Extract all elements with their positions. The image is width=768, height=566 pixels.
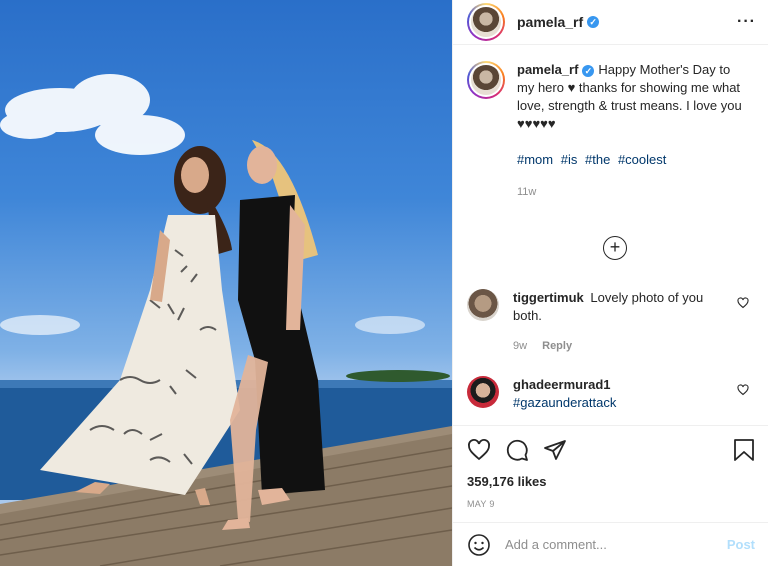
instagram-post: pamela_rf ✓ ··· pamela_rf ✓ Happy Mother's… — [0, 0, 768, 566]
heart-icon[interactable] — [467, 438, 491, 462]
hashtag-link[interactable]: #coolest — [618, 152, 666, 167]
caption-avatar[interactable] — [467, 61, 505, 99]
post-header: pamela_rf ✓ ··· — [453, 0, 768, 45]
verified-icon: ✓ — [587, 16, 600, 28]
comment-like-heart-icon[interactable] — [737, 297, 749, 309]
author-username-text[interactable]: pamela_rf — [517, 14, 583, 30]
plus-circle-icon[interactable]: + — [603, 236, 627, 260]
comment-item: tiggertimuk Lovely photo of you both. 9w… — [467, 289, 757, 355]
comment-body: ghadeermurad1 #gazaunderattack — [513, 376, 725, 412]
comment-meta: 9w Reply — [513, 337, 725, 355]
commenter-avatar[interactable] — [467, 376, 499, 408]
beach-scene-illustration — [0, 74, 452, 566]
hashtag-link[interactable]: #is — [561, 152, 578, 167]
comment-age[interactable]: 9w — [513, 340, 527, 352]
caption-age[interactable]: 11w — [517, 183, 745, 201]
post-comment-button[interactable]: Post — [727, 537, 755, 552]
comment-item: ghadeermurad1 #gazaunderattack — [467, 376, 757, 412]
comment-composer: Post — [453, 522, 768, 566]
reply-button[interactable]: Reply — [542, 340, 572, 352]
hashtag-link[interactable]: #the — [585, 152, 610, 167]
comment-username[interactable]: tiggertimuk — [513, 290, 584, 305]
caption-username[interactable]: pamela_rf — [517, 62, 578, 77]
post-photo[interactable] — [0, 0, 452, 566]
comment-hashtag-link[interactable]: #gazaunderattack — [513, 394, 725, 412]
likes-count[interactable]: 359,176 likes — [467, 474, 755, 489]
author-avatar[interactable] — [467, 3, 505, 41]
post-date[interactable]: MAY 9 — [467, 499, 755, 509]
verified-icon: ✓ — [582, 65, 595, 77]
more-icon[interactable]: ··· — [737, 13, 756, 31]
emoji-icon[interactable] — [467, 533, 491, 557]
post-actions: 359,176 likes MAY 9 — [453, 425, 768, 509]
action-icons — [467, 436, 755, 464]
author-username[interactable]: pamela_rf ✓ — [517, 14, 600, 30]
bookmark-icon[interactable] — [733, 438, 755, 462]
post-side-panel: pamela_rf ✓ ··· pamela_rf ✓ Happy Mother's… — [452, 0, 768, 566]
comment-username[interactable]: ghadeermurad1 — [513, 377, 611, 392]
caption: pamela_rf ✓ Happy Mother's Day to my hero … — [453, 45, 768, 201]
comment-like-heart-icon[interactable] — [737, 384, 749, 396]
comment-icon[interactable] — [505, 438, 529, 462]
hashtag-link[interactable]: #mom — [517, 152, 553, 167]
comment-input[interactable] — [505, 537, 725, 552]
share-icon[interactable] — [543, 438, 567, 462]
caption-body: pamela_rf ✓ Happy Mother's Day to my hero … — [517, 61, 745, 201]
commenter-avatar[interactable] — [467, 289, 499, 321]
caption-hashtags: #mom #is #the #coolest — [517, 151, 745, 169]
comment-body: tiggertimuk Lovely photo of you both. 9w… — [513, 289, 725, 355]
